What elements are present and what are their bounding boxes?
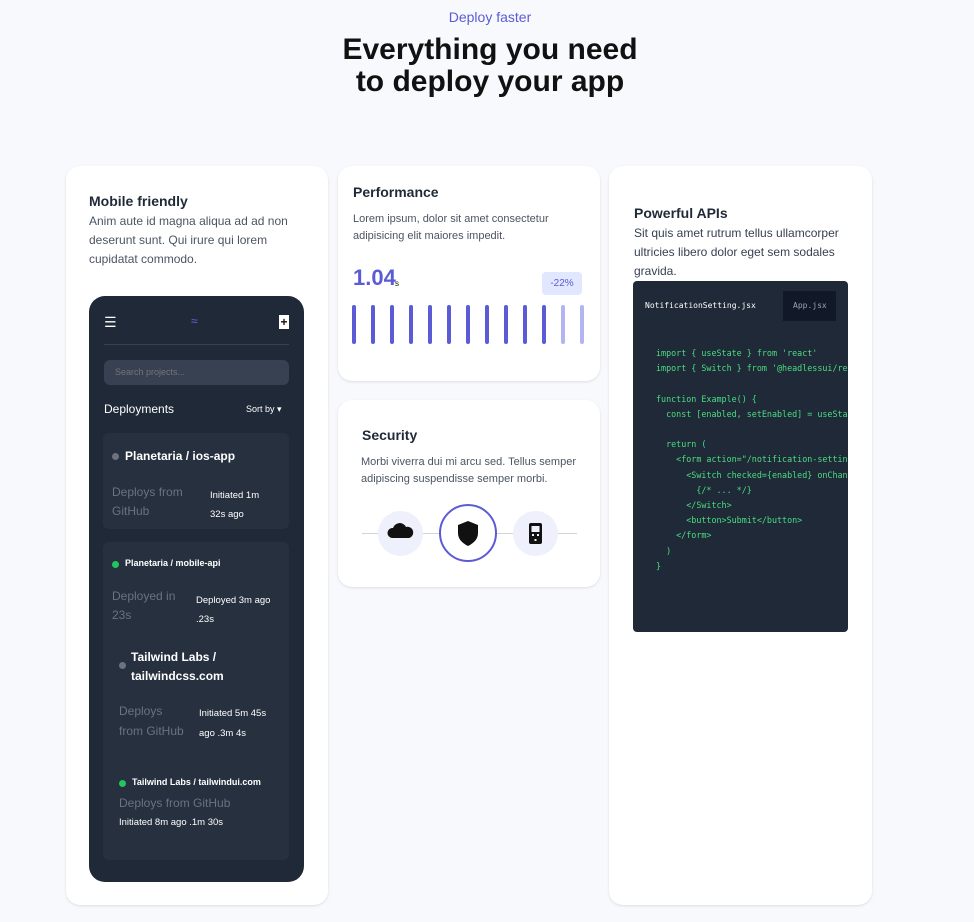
meta-line: ago .3m 4s bbox=[199, 728, 246, 739]
code-line: import { Switch } from '@headlessui/reac… bbox=[656, 363, 848, 374]
code-tabs: NotificationSetting.jsx App.jsx bbox=[633, 291, 848, 321]
status-dot bbox=[119, 780, 126, 787]
headline-line-1: Everything you need bbox=[342, 33, 638, 66]
card-title: Security bbox=[362, 427, 418, 443]
source-line: Deploys bbox=[119, 704, 163, 718]
performance-bar bbox=[504, 305, 508, 344]
card-title: Mobile friendly bbox=[89, 193, 188, 209]
code-editor: NotificationSetting.jsx App.jsx import {… bbox=[633, 281, 848, 632]
performance-bars bbox=[352, 305, 584, 344]
status-dot bbox=[119, 662, 126, 669]
plus-icon[interactable]: + bbox=[279, 315, 289, 329]
card-description: Lorem ipsum, dolor sit amet consectetur … bbox=[353, 213, 549, 242]
menu-icon[interactable]: ☰ bbox=[104, 314, 117, 331]
code-line: ) bbox=[656, 545, 672, 556]
performance-value: 1.04 bbox=[353, 265, 396, 290]
cloud-icon bbox=[378, 511, 423, 556]
deployment-source: Deploys from GitHub bbox=[112, 483, 183, 521]
eyebrow-text: Deploy faster bbox=[448, 9, 532, 25]
card-description: Morbi viverra dui mi arcu sed. Tellus se… bbox=[361, 456, 576, 485]
card-title: Powerful APIs bbox=[634, 205, 728, 221]
code-line: </Switch> bbox=[656, 500, 732, 511]
performance-bar bbox=[371, 305, 375, 344]
status-dot bbox=[112, 561, 119, 568]
deployment-meta: Initiated 5m 45s ago .3m 4s bbox=[199, 704, 266, 744]
code-line: const [enabled, setEnabled] = useState(t… bbox=[666, 408, 848, 419]
deployment-source: Deploys from GitHub bbox=[119, 796, 231, 810]
deployment-group: Planetaria / mobile-api Deployed in 23s … bbox=[103, 542, 289, 860]
performance-bar bbox=[561, 305, 565, 344]
meta-line: Initiated 1m bbox=[210, 490, 260, 501]
deployment-name: Planetaria / mobile-api bbox=[125, 558, 221, 568]
code-line: return ( bbox=[656, 439, 707, 450]
meta-line: Initiated 5m 45s bbox=[199, 708, 267, 719]
source-line: GitHub bbox=[112, 504, 150, 518]
code-line: import { useState } from 'react' bbox=[656, 348, 818, 358]
performance-bar bbox=[390, 305, 394, 344]
performance-bar bbox=[542, 305, 546, 344]
code-line: <form action="/notification-settings"> bbox=[656, 454, 848, 465]
page-headline: Everything you need to deploy your app bbox=[0, 34, 974, 98]
performance-card: Performance Lorem ipsum, dolor sit amet … bbox=[338, 166, 600, 381]
meta-line: 32s ago bbox=[210, 509, 244, 520]
performance-bar bbox=[409, 305, 413, 344]
card-description: Sit quis amet rutrum tellus ullamcorper … bbox=[634, 226, 839, 278]
card-description: Anim aute id magna aliqua ad ad non dese… bbox=[89, 214, 288, 266]
code-block: import { useState } from 'react' import {… bbox=[656, 346, 848, 574]
status-dot bbox=[112, 453, 119, 460]
deployment-name: Tailwind Labs / tailwindui.com bbox=[132, 777, 261, 787]
code-line: function Example() { bbox=[656, 393, 757, 404]
list-item[interactable]: Planetaria / ios-app Deploys from GitHub… bbox=[103, 433, 289, 529]
code-line: } bbox=[656, 560, 662, 571]
change-badge: -22% bbox=[542, 272, 582, 295]
deployment-name: Tailwind Labs / tailwindcss.com bbox=[131, 648, 224, 686]
deployment-meta: Initiated 8m ago .1m 30s bbox=[119, 817, 224, 828]
security-card: Security Morbi viverra dui mi arcu sed. … bbox=[338, 400, 600, 587]
code-line: {/* ... */} bbox=[656, 484, 752, 495]
source-line: Deployed in bbox=[112, 589, 176, 603]
phone-icon bbox=[513, 511, 558, 556]
deployment-source: Deployed in 23s bbox=[112, 587, 175, 625]
mobile-friendly-card: Mobile friendly Anim aute id magna aliqu… bbox=[66, 166, 328, 905]
source-line: 23s bbox=[112, 608, 132, 622]
performance-bar bbox=[447, 305, 451, 344]
deployment-source: Deploys from GitHub bbox=[119, 701, 184, 741]
performance-bar bbox=[485, 305, 489, 344]
source-line: from GitHub bbox=[119, 724, 184, 738]
performance-unit: s bbox=[395, 279, 399, 288]
tab-app[interactable]: App.jsx bbox=[783, 291, 836, 321]
card-title: Performance bbox=[353, 184, 439, 200]
code-line: <Switch checked={enabled} onChange={setE… bbox=[686, 469, 848, 480]
deployments-heading: Deployments bbox=[104, 402, 175, 416]
headline-line-2: to deploy your app bbox=[355, 65, 625, 98]
meta-line: .23s bbox=[196, 614, 214, 625]
powerful-apis-card: Powerful APIs Sit quis amet rutrum tellu… bbox=[609, 166, 872, 905]
phone-mockup: ☰ ≈ + Deployments Sort by ▾ Planetaria /… bbox=[89, 296, 304, 882]
code-line: <button>Submit</button> bbox=[656, 515, 803, 526]
divider bbox=[104, 344, 289, 345]
deployment-name: Planetaria / ios-app bbox=[125, 449, 236, 463]
meta-line: Deployed 3m ago bbox=[196, 595, 271, 606]
performance-bar bbox=[523, 305, 527, 344]
performance-bar bbox=[580, 305, 584, 344]
source-line: Deploys from bbox=[112, 485, 183, 499]
name-line: Tailwind Labs / bbox=[131, 650, 217, 664]
sort-by-dropdown[interactable]: Sort by ▾ bbox=[246, 404, 282, 415]
deployment-meta: Deployed 3m ago .23s bbox=[196, 591, 270, 629]
code-line: </form> bbox=[656, 530, 712, 541]
logo-icon: ≈ bbox=[191, 314, 198, 328]
shield-icon bbox=[439, 504, 497, 562]
search-input[interactable] bbox=[104, 360, 289, 385]
name-line: tailwindcss.com bbox=[131, 669, 224, 683]
performance-bar bbox=[352, 305, 356, 344]
deployment-meta: Initiated 1m 32s ago bbox=[210, 486, 259, 524]
performance-bar bbox=[428, 305, 432, 344]
tab-notification-setting[interactable]: NotificationSetting.jsx bbox=[645, 291, 756, 321]
performance-bar bbox=[466, 305, 470, 344]
